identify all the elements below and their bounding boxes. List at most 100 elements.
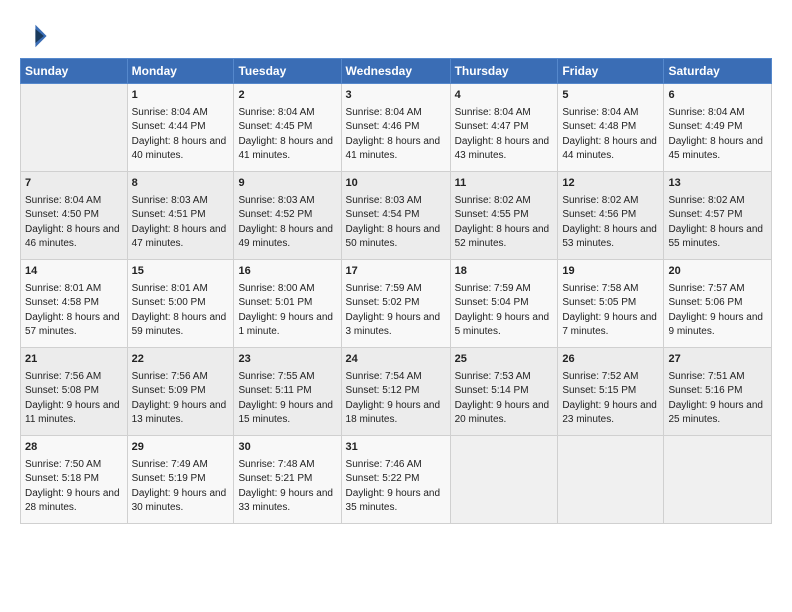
sunrise-text: Sunrise: 8:04 AM xyxy=(346,106,446,121)
week-row-0: 1Sunrise: 8:04 AMSunset: 4:44 PMDaylight… xyxy=(21,84,772,172)
day-cell: 19Sunrise: 7:58 AMSunset: 5:05 PMDayligh… xyxy=(558,260,664,348)
sunrise-text: Sunrise: 8:03 AM xyxy=(238,194,336,209)
sunrise-text: Sunrise: 8:03 AM xyxy=(346,194,446,209)
week-row-1: 7Sunrise: 8:04 AMSunset: 4:50 PMDaylight… xyxy=(21,172,772,260)
daylight-text: Daylight: 9 hours and 9 minutes. xyxy=(668,311,767,340)
day-cell: 3Sunrise: 8:04 AMSunset: 4:46 PMDaylight… xyxy=(341,84,450,172)
daylight-text: Daylight: 9 hours and 5 minutes. xyxy=(455,311,554,340)
day-number: 9 xyxy=(238,176,336,192)
sunrise-text: Sunrise: 8:04 AM xyxy=(562,106,659,121)
day-number: 16 xyxy=(238,264,336,280)
header-day-monday: Monday xyxy=(127,59,234,84)
sunset-text: Sunset: 4:48 PM xyxy=(562,120,659,135)
day-number: 1 xyxy=(132,88,230,104)
daylight-text: Daylight: 8 hours and 44 minutes. xyxy=(562,135,659,164)
day-cell: 27Sunrise: 7:51 AMSunset: 5:16 PMDayligh… xyxy=(664,348,772,436)
sunrise-text: Sunrise: 7:54 AM xyxy=(346,370,446,385)
day-cell: 11Sunrise: 8:02 AMSunset: 4:55 PMDayligh… xyxy=(450,172,558,260)
header-day-thursday: Thursday xyxy=(450,59,558,84)
daylight-text: Daylight: 9 hours and 13 minutes. xyxy=(132,399,230,428)
day-cell xyxy=(450,436,558,524)
sunrise-text: Sunrise: 8:04 AM xyxy=(238,106,336,121)
daylight-text: Daylight: 9 hours and 23 minutes. xyxy=(562,399,659,428)
sunrise-text: Sunrise: 7:50 AM xyxy=(25,458,123,473)
day-number: 21 xyxy=(25,352,123,368)
day-cell: 4Sunrise: 8:04 AMSunset: 4:47 PMDaylight… xyxy=(450,84,558,172)
day-cell: 25Sunrise: 7:53 AMSunset: 5:14 PMDayligh… xyxy=(450,348,558,436)
sunset-text: Sunset: 5:05 PM xyxy=(562,296,659,311)
sunrise-text: Sunrise: 7:57 AM xyxy=(668,282,767,297)
sunset-text: Sunset: 5:21 PM xyxy=(238,472,336,487)
sunrise-text: Sunrise: 8:04 AM xyxy=(132,106,230,121)
daylight-text: Daylight: 9 hours and 15 minutes. xyxy=(238,399,336,428)
sunrise-text: Sunrise: 7:59 AM xyxy=(455,282,554,297)
sunrise-text: Sunrise: 8:03 AM xyxy=(132,194,230,209)
sunset-text: Sunset: 4:58 PM xyxy=(25,296,123,311)
sunset-text: Sunset: 5:16 PM xyxy=(668,384,767,399)
daylight-text: Daylight: 8 hours and 41 minutes. xyxy=(346,135,446,164)
sunset-text: Sunset: 5:01 PM xyxy=(238,296,336,311)
logo-icon xyxy=(20,22,48,50)
daylight-text: Daylight: 8 hours and 40 minutes. xyxy=(132,135,230,164)
day-number: 18 xyxy=(455,264,554,280)
sunset-text: Sunset: 4:54 PM xyxy=(346,208,446,223)
sunset-text: Sunset: 5:11 PM xyxy=(238,384,336,399)
day-cell: 6Sunrise: 8:04 AMSunset: 4:49 PMDaylight… xyxy=(664,84,772,172)
daylight-text: Daylight: 8 hours and 49 minutes. xyxy=(238,223,336,252)
day-number: 24 xyxy=(346,352,446,368)
day-number: 29 xyxy=(132,440,230,456)
day-cell: 7Sunrise: 8:04 AMSunset: 4:50 PMDaylight… xyxy=(21,172,128,260)
page: SundayMondayTuesdayWednesdayThursdayFrid… xyxy=(0,0,792,612)
daylight-text: Daylight: 9 hours and 11 minutes. xyxy=(25,399,123,428)
daylight-text: Daylight: 8 hours and 45 minutes. xyxy=(668,135,767,164)
sunset-text: Sunset: 5:06 PM xyxy=(668,296,767,311)
sunrise-text: Sunrise: 7:56 AM xyxy=(132,370,230,385)
sunset-text: Sunset: 5:15 PM xyxy=(562,384,659,399)
sunset-text: Sunset: 5:22 PM xyxy=(346,472,446,487)
day-cell: 13Sunrise: 8:02 AMSunset: 4:57 PMDayligh… xyxy=(664,172,772,260)
day-number: 2 xyxy=(238,88,336,104)
sunset-text: Sunset: 4:50 PM xyxy=(25,208,123,223)
sunrise-text: Sunrise: 8:04 AM xyxy=(668,106,767,121)
sunset-text: Sunset: 4:56 PM xyxy=(562,208,659,223)
day-number: 13 xyxy=(668,176,767,192)
header-row: SundayMondayTuesdayWednesdayThursdayFrid… xyxy=(21,59,772,84)
sunrise-text: Sunrise: 8:04 AM xyxy=(455,106,554,121)
daylight-text: Daylight: 8 hours and 47 minutes. xyxy=(132,223,230,252)
day-cell: 15Sunrise: 8:01 AMSunset: 5:00 PMDayligh… xyxy=(127,260,234,348)
daylight-text: Daylight: 8 hours and 59 minutes. xyxy=(132,311,230,340)
day-number: 6 xyxy=(668,88,767,104)
week-row-4: 28Sunrise: 7:50 AMSunset: 5:18 PMDayligh… xyxy=(21,436,772,524)
day-cell: 2Sunrise: 8:04 AMSunset: 4:45 PMDaylight… xyxy=(234,84,341,172)
sunrise-text: Sunrise: 7:51 AM xyxy=(668,370,767,385)
sunrise-text: Sunrise: 8:01 AM xyxy=(25,282,123,297)
sunrise-text: Sunrise: 7:53 AM xyxy=(455,370,554,385)
day-number: 26 xyxy=(562,352,659,368)
day-cell: 20Sunrise: 7:57 AMSunset: 5:06 PMDayligh… xyxy=(664,260,772,348)
week-row-2: 14Sunrise: 8:01 AMSunset: 4:58 PMDayligh… xyxy=(21,260,772,348)
sunrise-text: Sunrise: 7:52 AM xyxy=(562,370,659,385)
sunrise-text: Sunrise: 7:46 AM xyxy=(346,458,446,473)
day-number: 10 xyxy=(346,176,446,192)
day-cell: 24Sunrise: 7:54 AMSunset: 5:12 PMDayligh… xyxy=(341,348,450,436)
sunset-text: Sunset: 5:12 PM xyxy=(346,384,446,399)
sunset-text: Sunset: 5:14 PM xyxy=(455,384,554,399)
day-number: 12 xyxy=(562,176,659,192)
day-cell: 16Sunrise: 8:00 AMSunset: 5:01 PMDayligh… xyxy=(234,260,341,348)
day-cell: 5Sunrise: 8:04 AMSunset: 4:48 PMDaylight… xyxy=(558,84,664,172)
day-cell: 14Sunrise: 8:01 AMSunset: 4:58 PMDayligh… xyxy=(21,260,128,348)
sunset-text: Sunset: 4:44 PM xyxy=(132,120,230,135)
sunrise-text: Sunrise: 7:56 AM xyxy=(25,370,123,385)
sunset-text: Sunset: 4:57 PM xyxy=(668,208,767,223)
day-cell: 23Sunrise: 7:55 AMSunset: 5:11 PMDayligh… xyxy=(234,348,341,436)
day-number: 23 xyxy=(238,352,336,368)
header-day-tuesday: Tuesday xyxy=(234,59,341,84)
sunrise-text: Sunrise: 8:00 AM xyxy=(238,282,336,297)
day-cell: 8Sunrise: 8:03 AMSunset: 4:51 PMDaylight… xyxy=(127,172,234,260)
day-number: 30 xyxy=(238,440,336,456)
day-number: 31 xyxy=(346,440,446,456)
day-number: 11 xyxy=(455,176,554,192)
daylight-text: Daylight: 9 hours and 25 minutes. xyxy=(668,399,767,428)
day-number: 25 xyxy=(455,352,554,368)
sunrise-text: Sunrise: 8:04 AM xyxy=(25,194,123,209)
